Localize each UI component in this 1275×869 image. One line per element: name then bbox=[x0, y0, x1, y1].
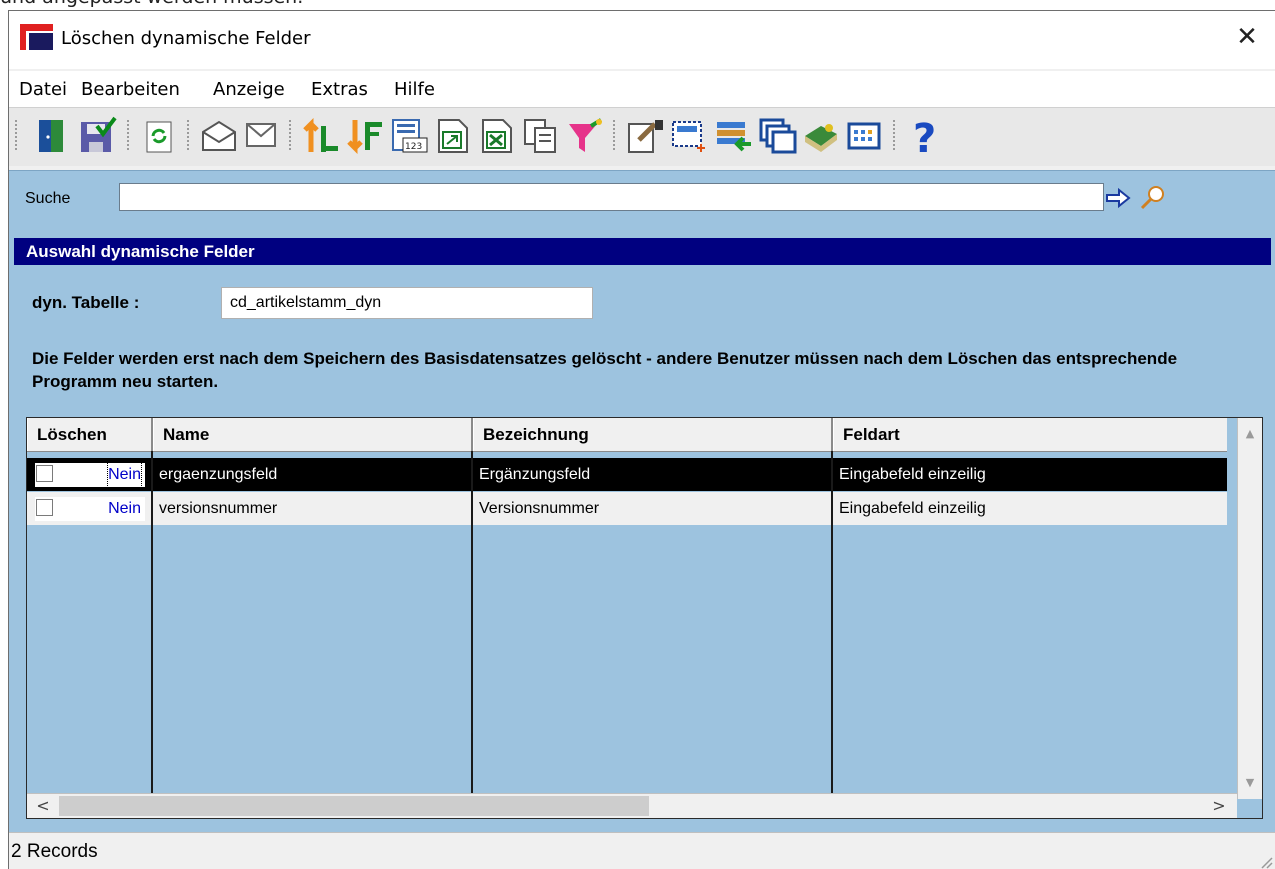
vertical-scrollbar[interactable]: ▲ ▼ bbox=[1237, 418, 1262, 799]
column-header-loeschen[interactable]: Löschen bbox=[27, 418, 153, 451]
svg-text:123: 123 bbox=[405, 142, 422, 152]
column-header-feldart[interactable]: Feldart bbox=[833, 418, 1227, 451]
scroll-thumb[interactable] bbox=[59, 796, 649, 816]
record-count: 2 Records bbox=[11, 841, 98, 862]
cell-name: versionsnummer bbox=[159, 500, 278, 517]
search-label: Suche bbox=[25, 190, 71, 207]
delete-value: Nein bbox=[107, 462, 142, 488]
mail-icon[interactable] bbox=[199, 116, 239, 156]
cell-feldart: Eingabefeld einzeilig bbox=[839, 500, 986, 517]
windows-icon[interactable] bbox=[757, 116, 797, 156]
arrow-right-icon[interactable] bbox=[1105, 187, 1133, 209]
grid-icon[interactable] bbox=[845, 116, 885, 156]
search-bar: Suche bbox=[9, 170, 1275, 227]
menu-bar: Datei Bearbeiten Anzeige Extras Hilfe bbox=[9, 71, 1275, 107]
close-button[interactable]: ✕ bbox=[1231, 21, 1263, 53]
scroll-left-icon[interactable]: < bbox=[31, 794, 55, 818]
toolbar: 123 ? bbox=[9, 107, 1275, 166]
export-icon[interactable] bbox=[433, 116, 473, 156]
delete-checkbox[interactable] bbox=[36, 499, 53, 516]
filter-icon[interactable] bbox=[565, 116, 605, 156]
menu-extras[interactable]: Extras bbox=[311, 79, 368, 100]
column-header-name[interactable]: Name bbox=[153, 418, 473, 451]
menu-bearbeiten[interactable]: Bearbeiten bbox=[81, 79, 180, 100]
column-header-bezeichnung[interactable]: Bezeichnung bbox=[473, 418, 833, 451]
help-icon[interactable]: ? bbox=[907, 116, 947, 162]
window-title: Löschen dynamische Felder bbox=[61, 28, 311, 49]
select-add-icon[interactable] bbox=[669, 116, 709, 156]
cell-bezeichnung: Ergänzungsfeld bbox=[479, 466, 591, 483]
delete-toggle[interactable]: Nein bbox=[35, 462, 145, 488]
magnifier-icon[interactable] bbox=[1139, 183, 1167, 211]
app-icon bbox=[20, 24, 53, 50]
column-divider bbox=[831, 451, 833, 799]
sort-descending-icon[interactable] bbox=[345, 116, 385, 156]
scroll-up-icon[interactable]: ▲ bbox=[1238, 422, 1262, 446]
excel-export-icon[interactable] bbox=[477, 116, 517, 156]
delete-toggle[interactable]: Nein bbox=[35, 497, 145, 521]
cell-name: ergaenzungsfeld bbox=[159, 466, 278, 483]
table-row[interactable]: Nein ergaenzungsfeld Ergänzungsfeld Eing… bbox=[27, 458, 1227, 491]
search-input[interactable] bbox=[119, 183, 1104, 211]
import-icon[interactable] bbox=[713, 116, 753, 156]
notice-text: Die Felder werden erst nach dem Speicher… bbox=[32, 349, 1178, 391]
table-row[interactable]: Nein versionsnummer Versionsnummer Einga… bbox=[27, 492, 1227, 525]
dyn-table-label: dyn. Tabelle : bbox=[32, 293, 140, 312]
menu-anzeige[interactable]: Anzeige bbox=[213, 79, 285, 100]
horizontal-scrollbar[interactable]: < > bbox=[27, 793, 1237, 818]
menu-hilfe[interactable]: Hilfe bbox=[394, 79, 435, 100]
settings-icon[interactable] bbox=[625, 116, 665, 156]
fields-grid: Löschen Name Bezeichnung Feldart Nein er… bbox=[26, 417, 1263, 819]
delete-checkbox[interactable] bbox=[36, 465, 53, 482]
scroll-right-icon[interactable]: > bbox=[1207, 794, 1231, 818]
background-text: und angepasst werden müssen. bbox=[0, 0, 303, 8]
exit-door-icon[interactable] bbox=[31, 116, 71, 156]
book-icon[interactable] bbox=[801, 116, 841, 156]
refresh-icon[interactable] bbox=[139, 116, 179, 156]
save-icon[interactable] bbox=[77, 116, 117, 156]
grid-header: Löschen Name Bezeichnung Feldart bbox=[27, 418, 1227, 452]
delete-value: Nein bbox=[108, 500, 141, 517]
column-divider bbox=[151, 451, 153, 799]
copy-icon[interactable] bbox=[521, 116, 561, 156]
section-header: Auswahl dynamische Felder bbox=[14, 238, 1271, 265]
dialog-window: Löschen dynamische Felder ✕ Datei Bearbe… bbox=[8, 10, 1275, 869]
number-format-icon[interactable]: 123 bbox=[389, 116, 429, 156]
svg-text:?: ? bbox=[913, 116, 936, 156]
search-icon[interactable] bbox=[243, 116, 283, 156]
cell-feldart: Eingabefeld einzeilig bbox=[839, 466, 986, 483]
main-panel: Auswahl dynamische Felder dyn. Tabelle :… bbox=[9, 227, 1275, 869]
resize-grip-icon[interactable] bbox=[1257, 853, 1273, 869]
dyn-table-field[interactable]: cd_artikelstamm_dyn bbox=[221, 287, 593, 319]
column-divider bbox=[471, 451, 473, 799]
menu-datei[interactable]: Datei bbox=[19, 79, 67, 100]
scroll-down-icon[interactable]: ▼ bbox=[1238, 771, 1262, 795]
sort-ascending-icon[interactable] bbox=[301, 116, 341, 156]
cell-bezeichnung: Versionsnummer bbox=[479, 500, 600, 517]
title-bar: Löschen dynamische Felder ✕ bbox=[9, 11, 1275, 69]
status-bar: 2 Records bbox=[9, 832, 1275, 869]
